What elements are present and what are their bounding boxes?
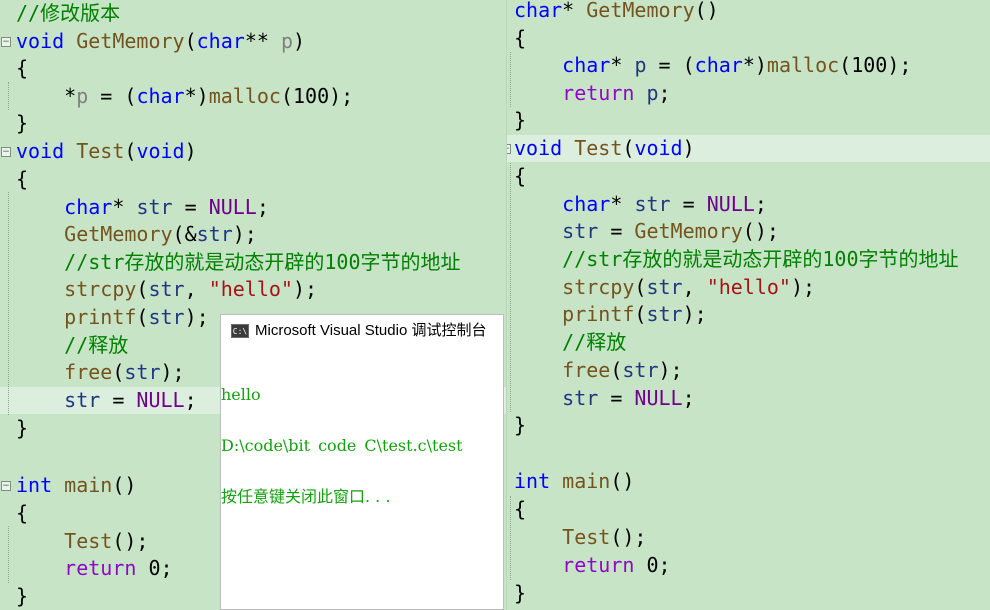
code-line[interactable]: } (0, 110, 506, 137)
code-line[interactable]: { (507, 25, 990, 52)
code-line[interactable]: str = GetMemory(); (507, 218, 990, 245)
code-text: Test(); (64, 529, 149, 553)
console-output-line: D:\code\bit_code_C\test.c\test (221, 437, 463, 454)
code-text: char* GetMemory() (514, 0, 719, 22)
code-text: return 0; (64, 556, 173, 580)
code-text: GetMemory(&str); (64, 222, 257, 246)
code-line[interactable]: *p = (char*)malloc(100); (0, 83, 506, 110)
code-line[interactable]: char* str = NULL; (0, 194, 506, 221)
code-line[interactable]: //str存放的就是动态开辟的100字节的地址 (0, 249, 506, 276)
code-line[interactable]: printf(str); (507, 301, 990, 328)
code-text: { (514, 26, 527, 50)
code-line[interactable]: int main() (507, 468, 990, 495)
console-app-icon: C:\ (231, 323, 249, 338)
code-text: char* p = (char*)malloc(100); (562, 53, 912, 77)
code-line[interactable]: char* str = NULL; (507, 191, 990, 218)
code-line[interactable]: strcpy(str, "hello"); (0, 276, 506, 303)
right-code-editor[interactable]: char* GetMemory() { char* p = (char*)mall… (506, 0, 990, 610)
code-text: *p = (char*)malloc(100); (16, 84, 354, 108)
indent-guide (510, 163, 511, 412)
code-line[interactable]: //str存放的就是动态开辟的100字节的地址 (507, 246, 990, 273)
console-output-line: hello (221, 386, 261, 403)
console-title-bar[interactable]: C:\ Microsoft Visual Studio 调试控制台 (221, 315, 503, 346)
code-line[interactable]: free(str); (507, 357, 990, 384)
code-text: } (16, 584, 29, 608)
code-line[interactable]: } (507, 412, 990, 439)
code-text: int main() (514, 469, 635, 493)
code-text: void Test(void) (16, 139, 197, 163)
code-line[interactable] (507, 440, 990, 467)
console-title: Microsoft Visual Studio 调试控制台 (255, 322, 487, 339)
code-line[interactable]: return 0; (507, 552, 990, 579)
code-text: } (514, 581, 527, 605)
code-text: char* str = NULL; (64, 195, 269, 219)
code-text: } (16, 416, 29, 440)
code-line[interactable]: −void Test(void) (507, 135, 990, 162)
code-line[interactable]: { (0, 55, 506, 82)
code-text: str = NULL; (64, 388, 197, 412)
code-text: //释放 (562, 330, 627, 354)
code-text: free(str); (562, 358, 683, 382)
code-text: return p; (562, 81, 671, 105)
code-text: { (514, 164, 527, 188)
code-line[interactable]: −void Test(void) (0, 138, 506, 165)
code-text: //释放 (64, 333, 129, 357)
code-text: strcpy(str, "hello"); (562, 275, 816, 299)
indent-guide (8, 82, 9, 110)
code-text: str = NULL; (562, 386, 695, 410)
code-text: printf(str); (562, 302, 707, 326)
code-line[interactable]: char* GetMemory() (507, 0, 990, 24)
code-text: } (16, 111, 29, 135)
code-text: str = GetMemory(); (562, 219, 779, 243)
code-line[interactable]: Test(); (507, 524, 990, 551)
code-text: //修改版本 (16, 1, 121, 25)
code-text: Test(); (562, 525, 647, 549)
console-output-line: 按任意键关闭此窗口. . . (221, 488, 391, 505)
code-line[interactable]: } (507, 107, 990, 134)
fold-toggle-icon[interactable]: − (1, 481, 11, 491)
code-text: void GetMemory(char** p) (16, 29, 306, 53)
indent-guide (510, 496, 511, 580)
indent-guide (8, 526, 9, 583)
code-line[interactable]: { (0, 166, 506, 193)
code-line[interactable]: return p; (507, 80, 990, 107)
fold-toggle-icon[interactable]: − (1, 147, 11, 157)
code-text: char* str = NULL; (562, 192, 767, 216)
code-text: //str存放的就是动态开辟的100字节的地址 (64, 250, 461, 274)
code-text: printf(str); (64, 305, 209, 329)
code-text: return 0; (562, 553, 671, 577)
code-text: } (514, 108, 527, 132)
code-line[interactable]: GetMemory(&str); (0, 221, 506, 248)
fold-toggle-icon[interactable]: − (1, 37, 11, 47)
code-line[interactable]: } (507, 580, 990, 607)
code-text: { (514, 497, 527, 521)
console-output[interactable]: hello D:\code\bit_code_C\test.c\test 按任意… (221, 346, 503, 539)
debug-console-window[interactable]: C:\ Microsoft Visual Studio 调试控制台 hello … (220, 314, 504, 610)
code-text: { (16, 56, 29, 80)
code-text: int main() (16, 473, 137, 497)
code-text: free(str); (64, 360, 185, 384)
code-line[interactable]: { (507, 496, 990, 523)
code-text: strcpy(str, "hello"); (64, 277, 318, 301)
code-line[interactable]: //释放 (507, 329, 990, 356)
code-line[interactable]: { (507, 163, 990, 190)
indent-guide (510, 52, 511, 107)
code-line[interactable]: − void GetMemory(char** p) (0, 28, 506, 55)
code-text: } (514, 413, 527, 437)
fold-toggle-icon[interactable]: − (507, 144, 511, 154)
code-text: { (16, 501, 29, 525)
code-line[interactable]: strcpy(str, "hello"); (507, 274, 990, 301)
code-line[interactable]: str = NULL; (507, 385, 990, 412)
code-text: void Test(void) (514, 136, 695, 160)
indent-guide (8, 192, 9, 415)
code-text: { (16, 167, 29, 191)
code-line[interactable]: char* p = (char*)malloc(100); (507, 52, 990, 79)
code-line[interactable]: //修改版本 (0, 0, 506, 27)
code-text: //str存放的就是动态开辟的100字节的地址 (562, 247, 959, 271)
